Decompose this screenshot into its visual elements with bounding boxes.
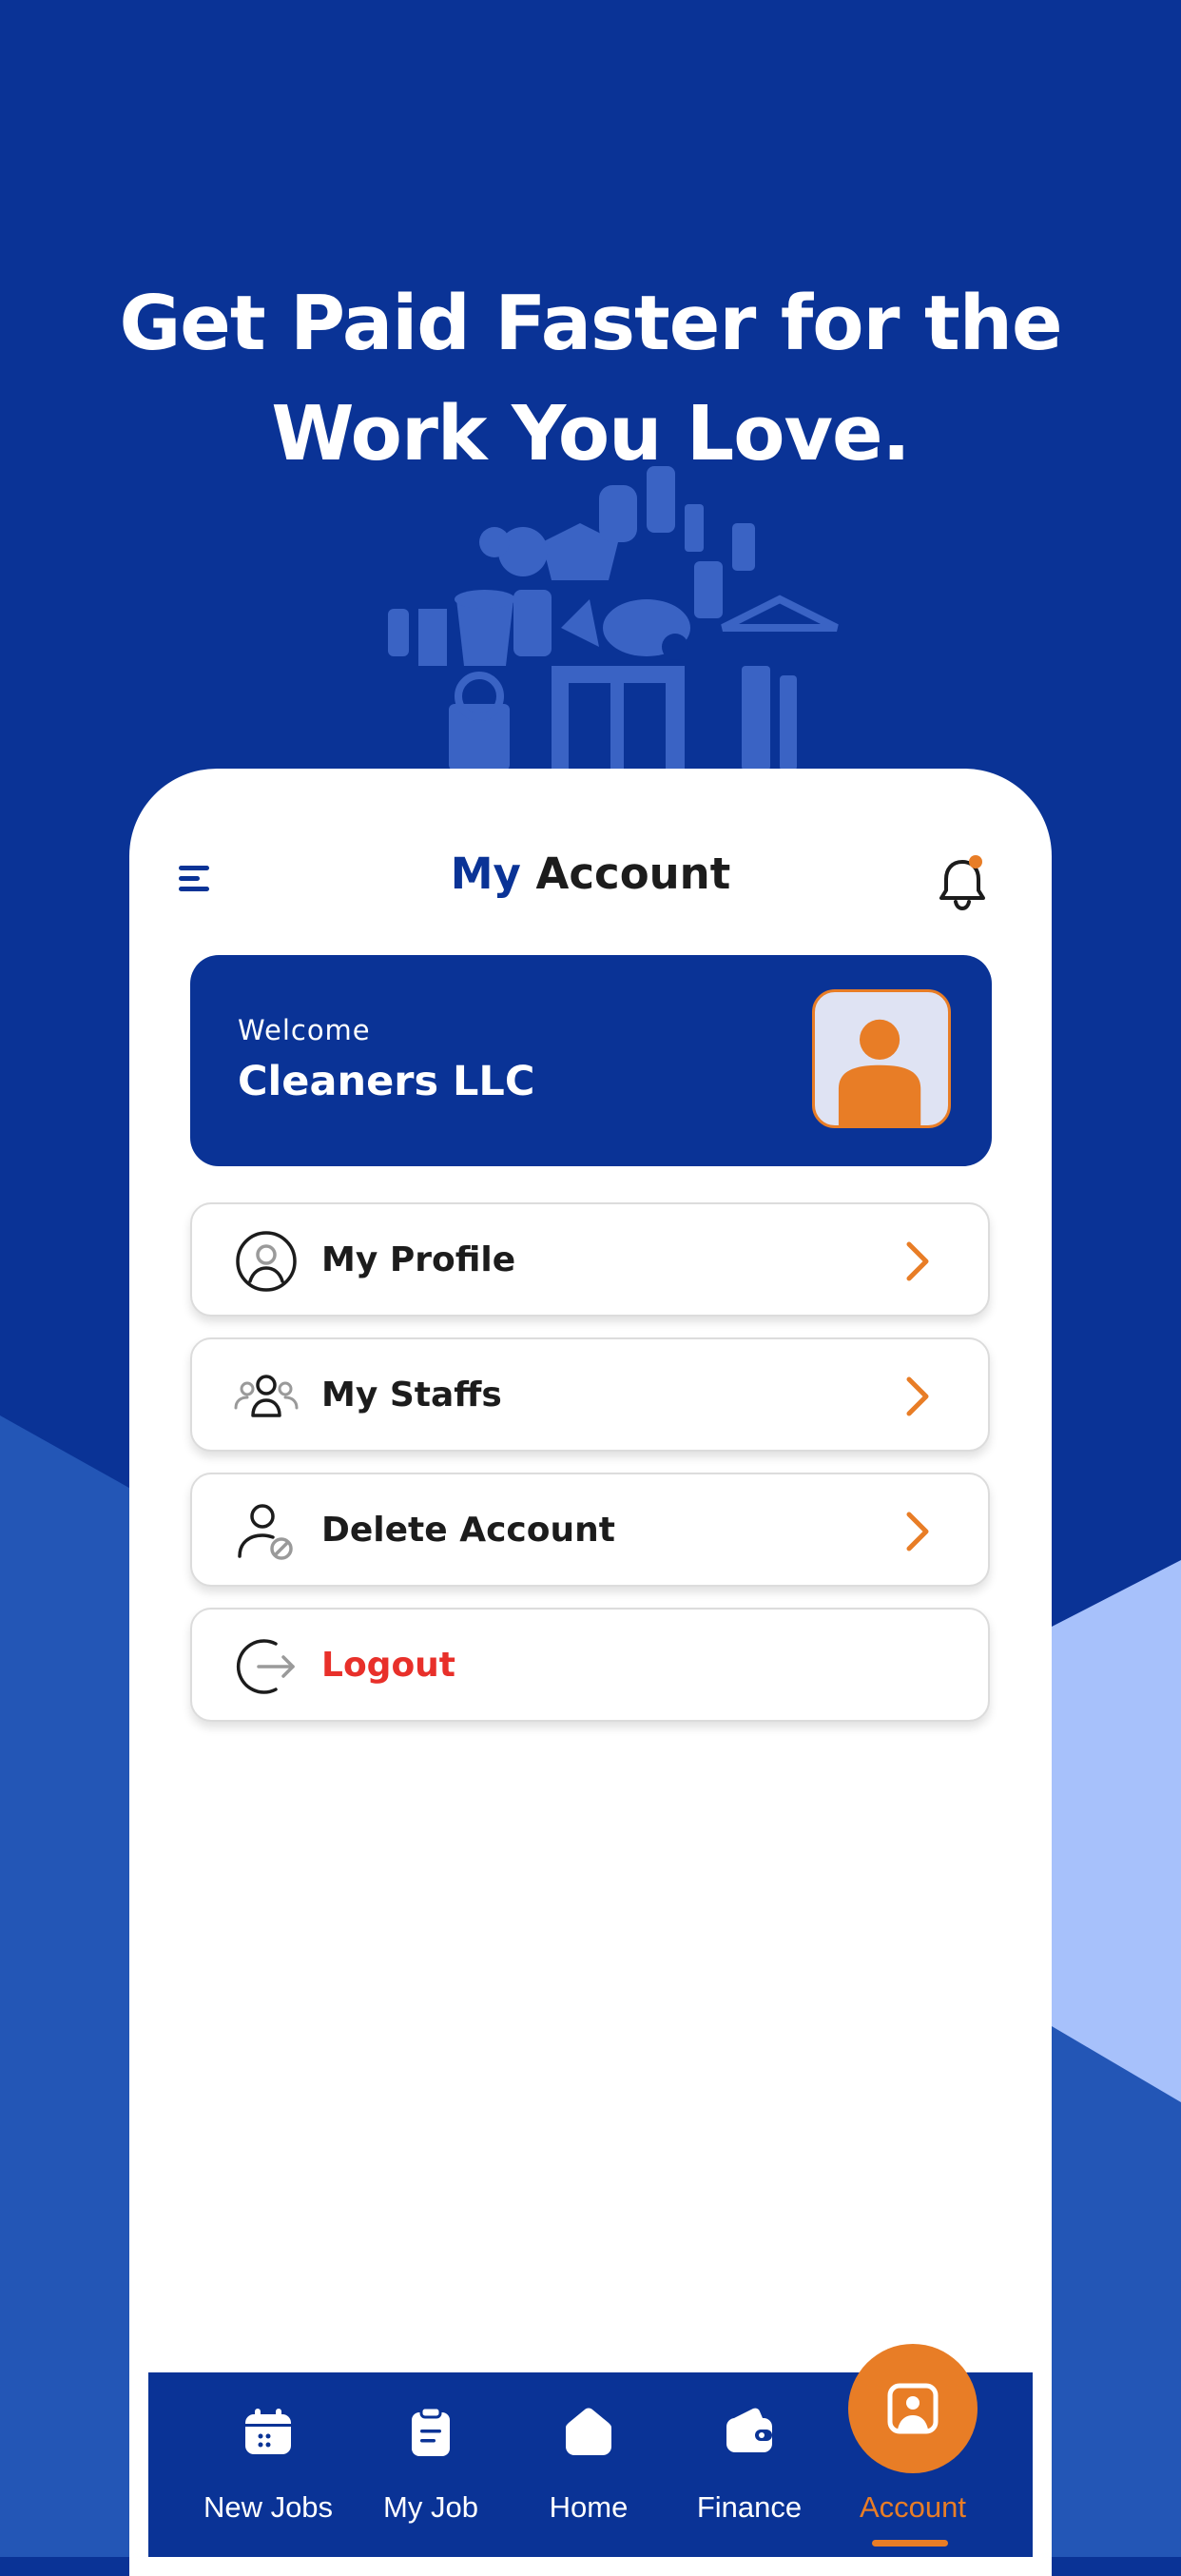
menu-item-logout[interactable]: Logout <box>190 1608 990 1722</box>
calendar-icon <box>245 2409 291 2454</box>
welcome-card: Welcome Cleaners LLC <box>190 955 992 1166</box>
nav-item-home[interactable]: Home <box>513 2405 665 2547</box>
headline-line-1: Get Paid Faster for the <box>119 280 1062 367</box>
nav-label: Home <box>549 2490 629 2524</box>
home-icon <box>566 2408 611 2455</box>
chevron-right-icon <box>906 1241 929 1281</box>
welcome-label: Welcome <box>238 1014 371 1046</box>
title-part-1: My <box>450 849 521 899</box>
company-name: Cleaners LLC <box>238 1058 535 1105</box>
nav-label: New Jobs <box>203 2490 334 2524</box>
logout-icon <box>236 1639 295 1694</box>
avatar[interactable] <box>812 989 951 1128</box>
clipboard-icon <box>412 2406 450 2456</box>
nav-label: My Job <box>383 2490 478 2524</box>
nav-label: Finance <box>696 2490 803 2524</box>
title-part-2: Account <box>520 849 731 899</box>
cleaning-supplies-illustration <box>388 466 839 771</box>
account-icon <box>887 2383 939 2434</box>
notification-dot <box>969 855 982 868</box>
active-indicator <box>872 2540 948 2547</box>
logout-label: Logout <box>321 1646 456 1685</box>
bottom-nav: New Jobs My Job Home Finance Account <box>148 2344 1033 2557</box>
bell-icon[interactable] <box>934 852 991 913</box>
user-avatar-icon <box>838 1019 921 1125</box>
users-group-icon <box>234 1375 299 1417</box>
nav-label-account: Account <box>859 2490 966 2524</box>
nav-item-account[interactable] <box>848 2344 978 2473</box>
menu-item-my-profile[interactable]: My Profile <box>190 1202 990 1317</box>
menu-item-label: Delete Account <box>321 1511 615 1550</box>
menu-item-my-staffs[interactable]: My Staffs <box>190 1337 990 1452</box>
nav-item-new-jobs[interactable]: New Jobs <box>192 2405 344 2547</box>
menu-item-label: My Staffs <box>321 1376 502 1415</box>
phone-screen: My Account Welcome Cleaners LLC My Profi… <box>129 769 1052 2576</box>
menu-item-delete-account[interactable]: Delete Account <box>190 1473 990 1587</box>
menu-item-label: My Profile <box>321 1240 516 1279</box>
wallet-icon <box>726 2408 772 2452</box>
chevron-right-icon <box>906 1512 929 1551</box>
nav-item-finance[interactable]: Finance <box>673 2405 825 2547</box>
user-circle-icon <box>236 1231 297 1292</box>
user-remove-icon <box>238 1504 293 1560</box>
page-title: My Account <box>129 849 1052 899</box>
nav-item-my-job[interactable]: My Job <box>355 2405 507 2547</box>
chevron-right-icon <box>906 1376 929 1416</box>
